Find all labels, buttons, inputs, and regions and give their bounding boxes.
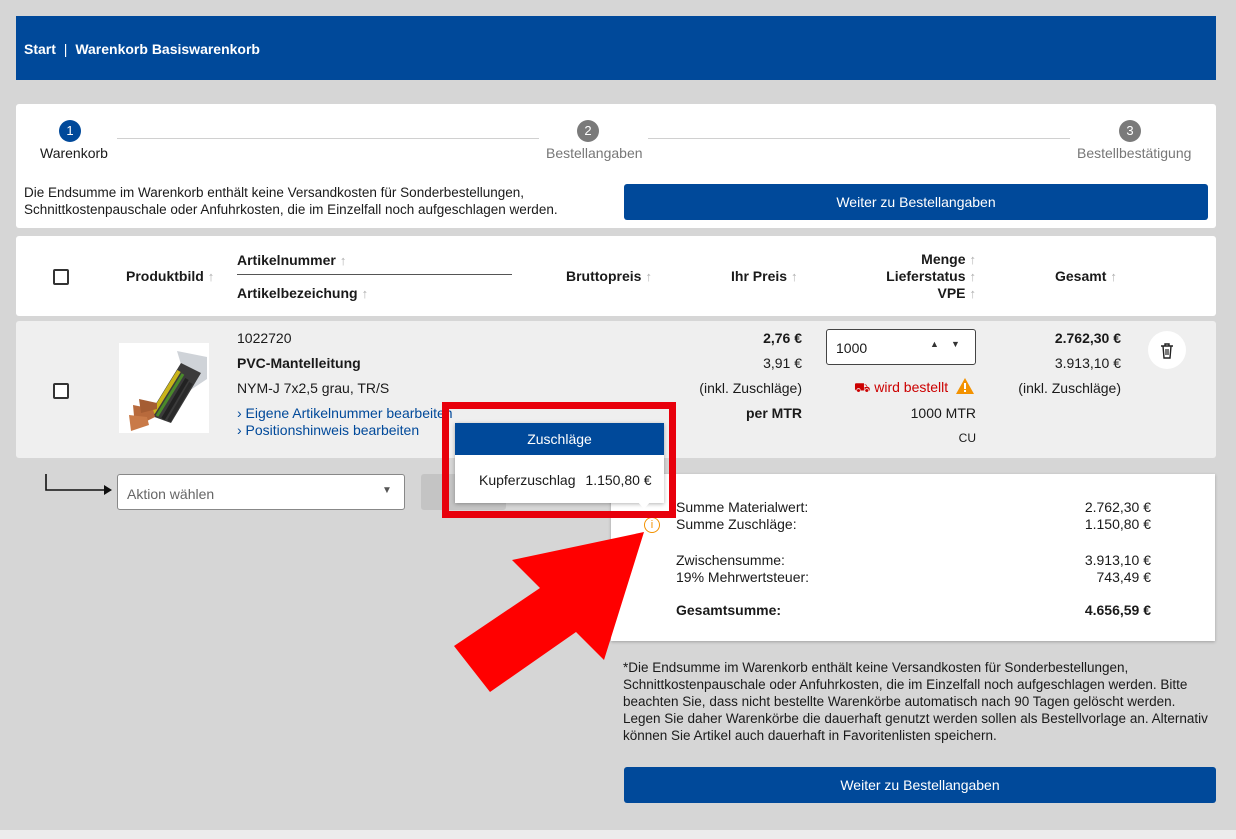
column-gross-price[interactable]: Bruttopreis ↑ <box>566 268 652 284</box>
quantity-stepper[interactable]: 1000 ▲ ▼ <box>826 329 976 365</box>
edit-position-note-link[interactable]: › Positionshinweis bearbeiten <box>237 422 419 438</box>
surcharge-sum-value: 1.150,80 € <box>1084 516 1151 532</box>
unit-price: 2,76 € <box>763 330 802 346</box>
vpe-unit: CU <box>958 431 976 445</box>
sort-arrow-icon: ↑ <box>361 286 369 301</box>
step-line-2 <box>648 138 1070 139</box>
sort-arrow-icon: ↑ <box>207 269 215 284</box>
sort-arrow-icon: ↑ <box>1110 269 1117 284</box>
material-sum-label: Summe Materialwert: <box>676 499 809 515</box>
continue-button-top[interactable]: Weiter zu Bestellangaben <box>624 184 1208 220</box>
vat-value: 743,49 € <box>1096 569 1152 585</box>
step-1-label: Warenkorb <box>40 145 108 161</box>
step-3-circle: 3 <box>1119 120 1141 142</box>
trash-icon <box>1161 343 1173 359</box>
warning-icon[interactable] <box>955 377 975 398</box>
article-name: PVC-Mantelleitung <box>237 355 361 371</box>
footnote: *Die Endsumme im Warenkorb enthält keine… <box>623 660 1208 743</box>
sort-arrow-icon: ↑ <box>791 269 798 284</box>
checkout-steps: 1 Warenkorb 2 Bestellangaben 3 Bestellbe… <box>16 104 1216 228</box>
vat-label: 19% Mehrwertsteuer: <box>676 569 810 585</box>
chevron-down-icon: ▼ <box>382 485 392 496</box>
column-delivery-status[interactable]: Lieferstatus ↑ <box>866 268 976 284</box>
surcharge-sum-label: Summe Zuschläge: <box>676 516 797 532</box>
sort-arrow-icon: ↑ <box>969 252 977 267</box>
material-sum-value: 2.762,30 € <box>1084 499 1151 515</box>
action-select-placeholder: Aktion wählen <box>127 486 215 502</box>
unit-price-incl: 3,91 € <box>763 355 802 371</box>
step-3-label: Bestellbestätigung <box>1077 145 1192 161</box>
sort-arrow-icon: ↑ <box>645 269 652 284</box>
step-2-label: Bestellangaben <box>546 145 643 161</box>
breadcrumb-start[interactable]: Start <box>24 41 56 57</box>
annotation-arrow-icon <box>454 532 644 692</box>
breadcrumb-separator: | <box>63 41 68 57</box>
breadcrumb: Start | Warenkorb Basiswarenkorb <box>24 41 260 57</box>
truck-icon: ⛟ <box>854 380 871 395</box>
unit-price-unit: per MTR <box>746 405 802 421</box>
delivery-status: ⛟ wird bestellt <box>854 379 948 398</box>
table-header: Produktbild ↑ Artikelnummer ↑ Artikelbezei… <box>16 236 1216 316</box>
grand-total-label: Gesamtsumme: <box>676 602 782 618</box>
chevron-down-icon[interactable]: ▼ <box>951 339 960 349</box>
page-header: Start | Warenkorb Basiswarenkorb <box>16 16 1216 80</box>
cable-image <box>119 343 209 433</box>
column-divider <box>237 274 512 275</box>
article-spec: NYM-J 7x2,5 grau, TR/S <box>237 380 390 396</box>
article-number: 1022720 <box>237 330 292 346</box>
sort-arrow-icon: ↑ <box>969 269 977 284</box>
line-total-incl: 3.913,10 € <box>1054 355 1121 371</box>
column-total[interactable]: Gesamt ↑ <box>1055 268 1117 284</box>
quantity-value: 1000 <box>836 340 868 356</box>
breadcrumb-current: Warenkorb Basiswarenkorb <box>75 41 260 57</box>
edit-article-number-link[interactable]: › Eigene Artikelnummer bearbeiten <box>237 405 453 421</box>
product-image[interactable] <box>119 343 209 433</box>
subtotal-label: Zwischensumme: <box>676 552 785 568</box>
column-your-price[interactable]: Ihr Preis ↑ <box>731 268 798 284</box>
order-summary: Summe Materialwert: 2.762,30 € Summe Zus… <box>611 474 1215 641</box>
delete-item-button[interactable] <box>1148 331 1186 369</box>
unit-price-note: (inkl. Zuschläge) <box>699 380 802 396</box>
page-footer-strip <box>0 830 1236 839</box>
delivery-status-text: wird bestellt <box>874 379 949 395</box>
sort-arrow-icon: ↑ <box>339 253 347 268</box>
stepper-icon[interactable]: ▲ <box>930 339 939 349</box>
step-line-1 <box>117 138 539 139</box>
selection-arrow-icon <box>45 474 112 495</box>
highlight-frame <box>442 402 676 518</box>
vpe-quantity: 1000 MTR <box>910 405 976 421</box>
continue-button-bottom[interactable]: Weiter zu Bestellangaben <box>624 767 1216 803</box>
column-article-description[interactable]: Artikelbezeichung ↑ <box>237 285 368 301</box>
shipping-notice: Die Endsumme im Warenkorb enthält keine … <box>24 185 558 217</box>
column-vpe[interactable]: VPE ↑ <box>886 285 976 301</box>
sort-arrow-icon: ↑ <box>969 286 977 301</box>
item-checkbox[interactable] <box>53 383 69 399</box>
action-select[interactable]: Aktion wählen ▼ <box>117 474 405 510</box>
grand-total-value: 4.656,59 € <box>1084 602 1151 618</box>
column-quantity[interactable]: Menge ↑ <box>886 251 976 267</box>
step-1-circle: 1 <box>59 120 81 142</box>
step-2-circle: 2 <box>577 120 599 142</box>
subtotal-value: 3.913,10 € <box>1084 552 1151 568</box>
select-all-checkbox[interactable] <box>53 269 69 285</box>
column-article-number[interactable]: Artikelnummer ↑ <box>237 252 346 268</box>
column-product-image[interactable]: Produktbild ↑ <box>126 268 214 284</box>
line-total: 2.762,30 € <box>1054 330 1121 346</box>
line-total-note: (inkl. Zuschläge) <box>1018 380 1121 396</box>
